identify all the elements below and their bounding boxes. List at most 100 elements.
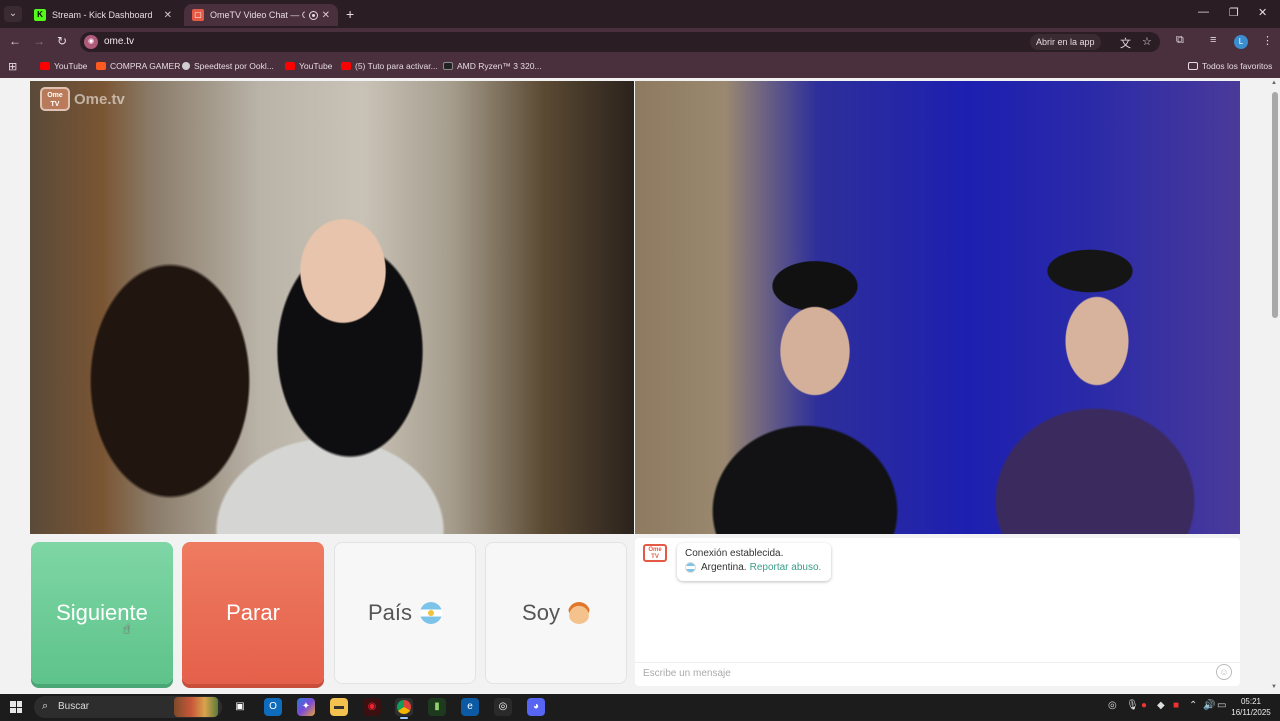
network-icon[interactable]: ▭: [1217, 700, 1226, 711]
discord-icon[interactable]: ◕: [527, 698, 545, 716]
clock-time: 05:21: [1240, 697, 1262, 706]
volume-icon[interactable]: 🔊: [1203, 700, 1215, 711]
tab-search-icon[interactable]: ⌄: [4, 6, 22, 22]
search-highlight-image: [174, 697, 218, 717]
new-tab-icon[interactable]: +: [346, 6, 354, 22]
ometv-icon: ▢: [192, 9, 204, 21]
local-video-feed: Ome TV Ome.tv: [30, 81, 634, 534]
editor-app-icon[interactable]: ▮: [428, 698, 446, 716]
bookmark-item[interactable]: (5) Tuto para activar...: [341, 61, 438, 71]
stop-button[interactable]: Parar: [182, 542, 324, 684]
minimize-icon[interactable]: —: [1198, 6, 1209, 18]
bookmark-star-icon[interactable]: ☆: [1142, 35, 1152, 48]
close-tab-icon[interactable]: ✕: [164, 10, 172, 21]
tray-app-icon[interactable]: ◆: [1157, 700, 1165, 711]
microphone-icon[interactable]: 🎙: [1126, 700, 1139, 711]
country-button-label: País: [367, 600, 413, 625]
windows-taskbar: ⌕ Buscar ▣ O ✦ ▬ ◉ ▮ e ◎ ◕ ◎ 🎙 ● ◆ ■ ⌃ 🔊…: [0, 694, 1280, 720]
bookmark-label: Speedtest por Ookl...: [194, 61, 274, 71]
all-bookmarks-folder[interactable]: Todos los favoritos: [1188, 61, 1272, 71]
menu-kebab-icon[interactable]: ⋮: [1262, 34, 1273, 47]
page-scrollbar[interactable]: ▲ ▼: [1270, 78, 1280, 694]
browser-toolbar: ← → ↻ ◉ ome.tv Abrir en la app ⽂ ☆ ⧉ ≡ L…: [0, 28, 1280, 56]
translate-icon[interactable]: ⽂: [1120, 35, 1131, 51]
back-icon[interactable]: ←: [9, 34, 21, 48]
chevron-up-icon[interactable]: ⌃: [1189, 700, 1197, 711]
close-window-icon[interactable]: ✕: [1258, 6, 1267, 19]
outlook-icon[interactable]: O: [264, 698, 282, 716]
mouse-cursor-icon: ☝: [123, 622, 131, 636]
system-clock[interactable]: 05:21 16/11/2025: [1228, 696, 1274, 718]
compragamer-icon: [96, 62, 106, 70]
bookmark-label: Todos los favoritos: [1202, 61, 1273, 71]
restore-icon[interactable]: ❐: [1229, 6, 1239, 19]
emoji-picker-icon[interactable]: ☺: [1216, 664, 1232, 680]
obs-icon[interactable]: ◎: [494, 698, 512, 716]
tab-title: OmeTV Video Chat — Ome: [210, 10, 305, 20]
connection-status: Conexión establecida.: [685, 548, 784, 559]
ometv-chat-logo-icon: Ome TV: [643, 544, 667, 562]
argentina-flag-icon: [420, 602, 443, 624]
gender-button[interactable]: Soy: [485, 542, 627, 684]
scroll-thumb[interactable]: [1272, 92, 1278, 318]
recording-indicator-icon: [308, 10, 318, 20]
browser-tabstrip: ⌄ K Stream - Kick Dashboard ✕ ▢ OmeTV Vi…: [0, 0, 1280, 28]
extensions-icon[interactable]: ⧉: [1176, 34, 1184, 47]
security-app-icon[interactable]: ◉: [363, 698, 381, 716]
tab-ometv[interactable]: ▢ OmeTV Video Chat — Ome ✕: [184, 4, 338, 26]
next-button[interactable]: Siguiente ☝: [31, 542, 173, 684]
task-view-icon[interactable]: ▣: [231, 698, 249, 716]
partner-country: Argentina.: [701, 562, 747, 573]
apps-grid-icon[interactable]: ⊞: [8, 60, 17, 73]
edge-icon[interactable]: e: [461, 698, 479, 716]
bookmark-item[interactable]: YouTube: [285, 61, 332, 71]
scroll-down-icon[interactable]: ▼: [1271, 684, 1277, 690]
bookmark-label: COMPRA GAMER: [110, 61, 181, 71]
kick-icon: K: [34, 9, 46, 21]
youtube-icon: [285, 62, 295, 70]
site-info-icon[interactable]: ◉: [84, 35, 98, 49]
report-abuse-link[interactable]: Reportar abuso.: [750, 562, 822, 573]
bookmark-item[interactable]: Speedtest por Ookl...: [182, 61, 274, 71]
bookmark-item[interactable]: YouTube: [40, 61, 87, 71]
ometv-page: Ome TV Ome.tv Siguiente ☝ Parar País Soy…: [0, 78, 1270, 694]
amd-icon: [443, 62, 453, 70]
country-button[interactable]: País: [334, 542, 476, 684]
gender-button-label: Soy: [522, 600, 560, 625]
copilot-icon[interactable]: ✦: [297, 698, 315, 716]
bookmarks-bar: ⊞ YouTube COMPRA GAMER Speedtest por Ook…: [0, 56, 1280, 78]
argentina-flag-icon: [685, 562, 696, 573]
tray-app-icon[interactable]: ■: [1173, 700, 1179, 711]
close-tab-icon[interactable]: ✕: [322, 10, 330, 21]
bookmark-item[interactable]: COMPRA GAMER: [96, 61, 180, 71]
tray-app-icon[interactable]: ◎: [1108, 700, 1117, 711]
youtube-icon: [341, 62, 351, 70]
clock-date: 16/11/2025: [1231, 708, 1271, 717]
remote-video-feed: [635, 81, 1240, 534]
taskbar-search[interactable]: ⌕ Buscar: [34, 696, 222, 718]
next-button-label: Siguiente: [56, 600, 148, 625]
ometv-logo-icon: Ome TV: [40, 87, 70, 111]
scroll-up-icon[interactable]: ▲: [1271, 80, 1277, 86]
boy-emoji-icon: [567, 602, 590, 624]
forward-icon[interactable]: →: [33, 34, 45, 48]
chrome-icon[interactable]: [395, 698, 413, 719]
windows-start-icon[interactable]: [10, 701, 22, 713]
bookmark-label: YouTube: [54, 61, 88, 71]
ometv-logo-text: Ome.tv: [74, 90, 125, 108]
open-in-app-button[interactable]: Abrir en la app: [1030, 34, 1101, 50]
bookmark-label: AMD Ryzen™ 3 320...: [457, 61, 542, 71]
tab-title: Stream - Kick Dashboard: [52, 10, 153, 20]
tab-kick-dashboard[interactable]: K Stream - Kick Dashboard ✕: [26, 4, 180, 26]
chat-panel: Ome TV Conexión establecida. Argentina. …: [635, 538, 1240, 686]
profile-avatar[interactable]: L: [1234, 35, 1248, 49]
folder-icon: [1188, 62, 1198, 70]
file-explorer-icon[interactable]: ▬: [330, 698, 348, 716]
system-message: Conexión establecida. Argentina. Reporta…: [677, 543, 831, 581]
bookmark-item[interactable]: AMD Ryzen™ 3 320...: [443, 61, 542, 71]
media-controls-icon[interactable]: ≡: [1210, 34, 1216, 46]
tray-record-icon[interactable]: ●: [1141, 700, 1147, 711]
message-input[interactable]: Escribe un mensaje: [635, 662, 1240, 686]
reload-icon[interactable]: ↻: [57, 34, 67, 48]
address-bar[interactable]: ◉ ome.tv Abrir en la app ⽂ ☆: [80, 32, 1160, 52]
